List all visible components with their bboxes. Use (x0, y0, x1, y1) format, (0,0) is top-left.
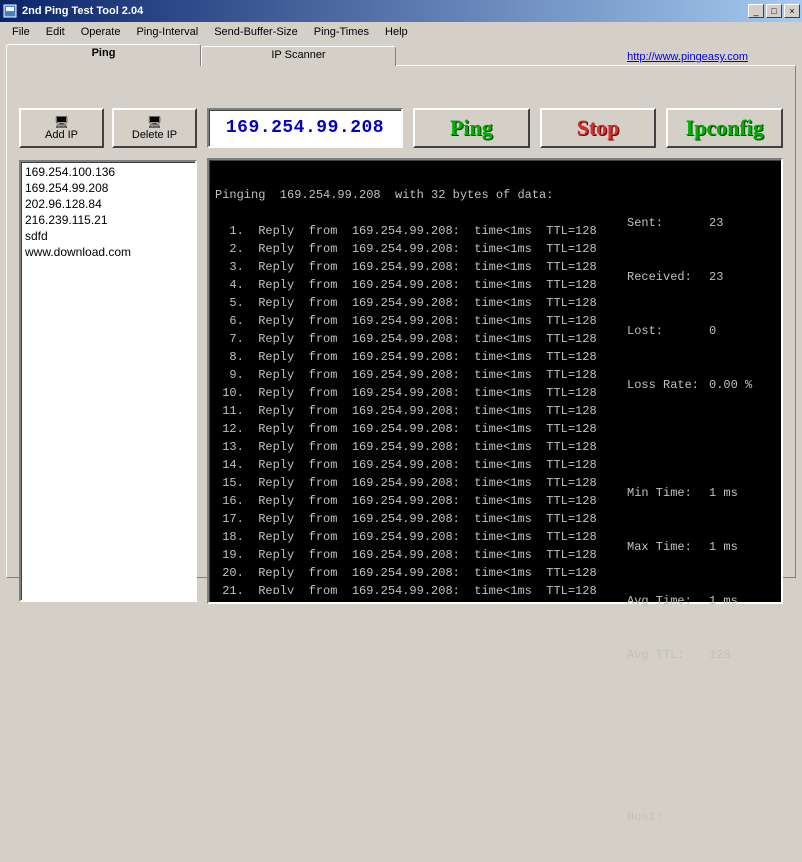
terminal-output: Pinging 169.254.99.208 with 32 bytes of … (207, 158, 783, 604)
minimize-button[interactable]: _ (748, 4, 764, 18)
delete-ip-button[interactable]: 🖥 Delete IP (112, 108, 197, 148)
menu-ping-times[interactable]: Ping-Times (306, 24, 377, 40)
avg-ttl-value: 128 (709, 646, 731, 664)
received-label: Received: (627, 268, 709, 286)
list-item[interactable]: www.download.com (23, 244, 193, 260)
ping-button[interactable]: Ping (413, 108, 530, 148)
website-link[interactable]: http://www.pingeasy.com (627, 51, 748, 63)
close-button[interactable]: × (784, 4, 800, 18)
add-ip-icon: 🖥 (54, 116, 69, 128)
list-item[interactable]: 169.254.99.208 (23, 180, 193, 196)
menu-help[interactable]: Help (377, 24, 416, 40)
host-label: Host: (627, 808, 709, 826)
loss-rate-value: 0.00 % (709, 376, 752, 394)
lost-value: 0 (709, 322, 716, 340)
menu-operate[interactable]: Operate (73, 24, 129, 40)
delete-ip-icon: 🖥 (147, 116, 162, 128)
menu-send-buffer-size[interactable]: Send-Buffer-Size (206, 24, 306, 40)
window-title: 2nd Ping Test Tool 2.04 (22, 5, 748, 17)
sent-value: 23 (709, 214, 723, 232)
tab-ip-scanner[interactable]: IP Scanner (201, 46, 396, 66)
app-icon (2, 3, 18, 19)
stats-panel: Sent:23 Received:23 Lost:0 Loss Rate:0.0… (627, 168, 775, 594)
window-titlebar: 2nd Ping Test Tool 2.04 _ □ × (0, 0, 802, 22)
avg-time-value: 1 ms (709, 592, 738, 610)
menu-bar: File Edit Operate Ping-Interval Send-Buf… (0, 22, 802, 42)
tab-ping[interactable]: Ping (6, 44, 201, 66)
list-item[interactable]: 169.254.100.136 (23, 164, 193, 180)
add-ip-label: Add IP (45, 129, 78, 141)
ping-log: Pinging 169.254.99.208 with 32 bytes of … (215, 168, 627, 594)
ipconfig-button[interactable]: Ipconfig (666, 108, 783, 148)
list-item[interactable]: sdfd (23, 228, 193, 244)
list-item[interactable]: 202.96.128.84 (23, 196, 193, 212)
avg-ttl-label: Avg TTL: (627, 646, 709, 664)
ip-listbox[interactable]: 169.254.100.136169.254.99.208202.96.128.… (19, 160, 197, 602)
menu-file[interactable]: File (4, 24, 38, 40)
ip-input[interactable]: 169.254.99.208 (207, 108, 403, 148)
maximize-button[interactable]: □ (766, 4, 782, 18)
min-time-value: 1 ms (709, 484, 738, 502)
add-ip-button[interactable]: 🖥 Add IP (19, 108, 104, 148)
menu-ping-interval[interactable]: Ping-Interval (128, 24, 206, 40)
delete-ip-label: Delete IP (132, 129, 177, 141)
sent-label: Sent: (627, 214, 709, 232)
stop-button[interactable]: Stop (540, 108, 657, 148)
list-item[interactable]: 216.239.115.21 (23, 212, 193, 228)
lost-label: Lost: (627, 322, 709, 340)
main-panel: 🖥 Add IP 🖥 Delete IP 169.254.100.136169.… (6, 65, 796, 578)
loss-rate-label: Loss Rate: (627, 376, 709, 394)
avg-time-label: Avg Time: (627, 592, 709, 610)
max-time-value: 1 ms (709, 538, 738, 556)
min-time-label: Min Time: (627, 484, 709, 502)
received-value: 23 (709, 268, 723, 286)
menu-edit[interactable]: Edit (38, 24, 73, 40)
max-time-label: Max Time: (627, 538, 709, 556)
